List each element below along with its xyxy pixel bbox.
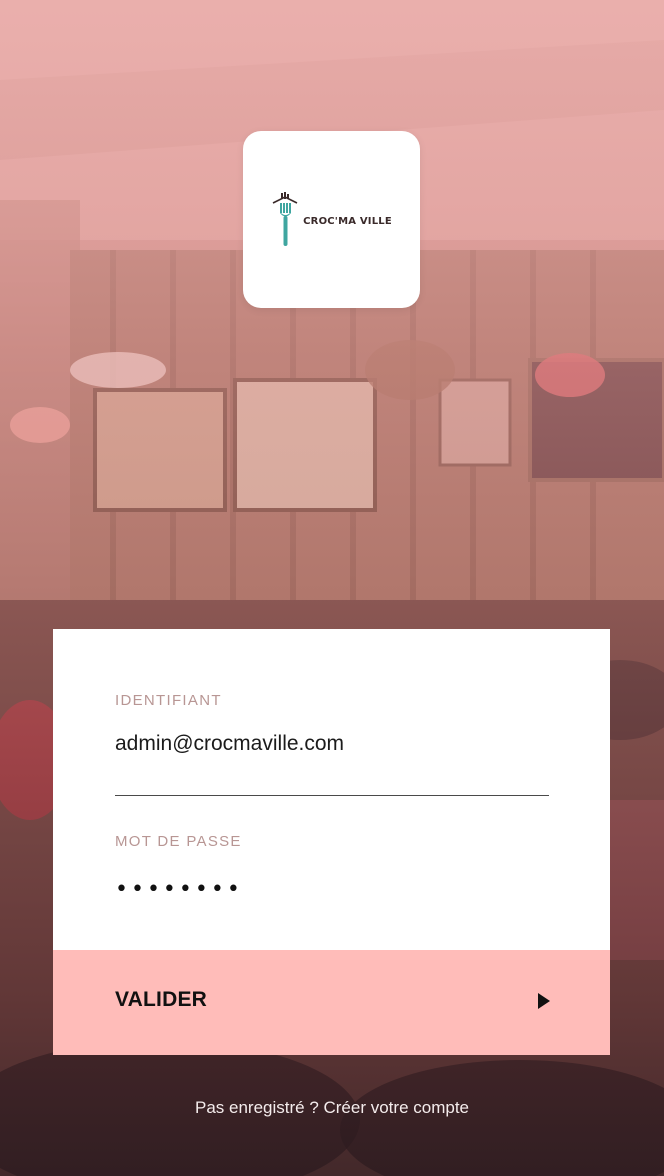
play-arrow-icon <box>538 993 550 1009</box>
username-underline <box>115 795 549 796</box>
password-input[interactable]: •••••••• <box>115 877 243 902</box>
username-label: IDENTIFIANT <box>115 692 222 709</box>
login-form: IDENTIFIANT MOT DE PASSE •••••••• <box>53 629 610 950</box>
submit-label: VALIDER <box>115 988 208 1011</box>
logo: CROC'MA VILLE <box>271 191 392 249</box>
login-screen: CROC'MA VILLE IDENTIFIANT MOT DE PASSE •… <box>0 0 664 1176</box>
logo-text: CROC'MA VILLE <box>303 216 392 227</box>
password-label: MOT DE PASSE <box>115 833 242 850</box>
register-link[interactable]: Pas enregistré ? Créer votre compte <box>0 1098 664 1118</box>
logo-card: CROC'MA VILLE <box>243 131 420 308</box>
username-input[interactable] <box>115 732 545 756</box>
submit-button[interactable]: VALIDER <box>53 950 610 1055</box>
fork-icon <box>272 191 298 246</box>
